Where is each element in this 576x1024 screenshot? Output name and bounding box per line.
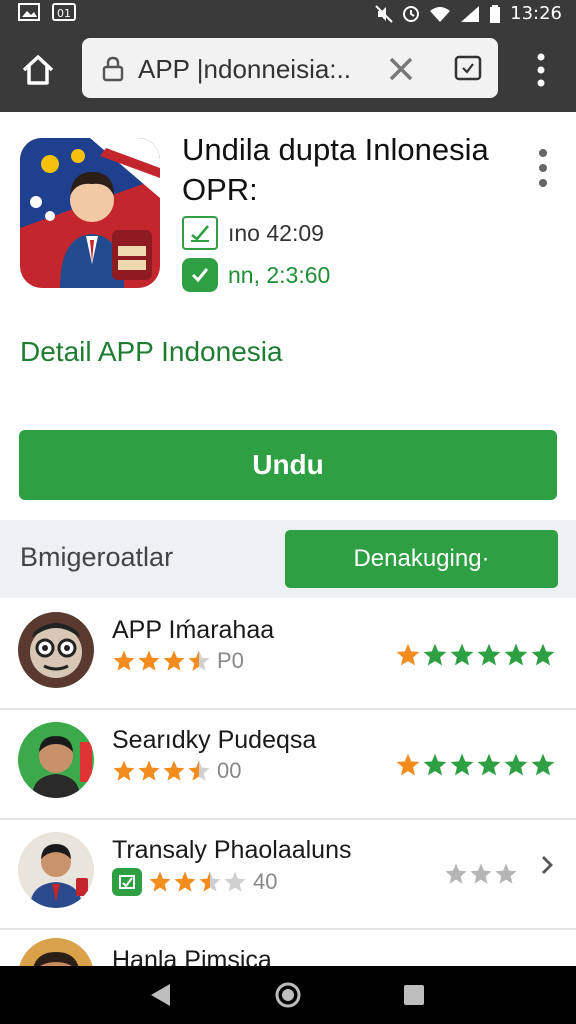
star-icon — [163, 650, 185, 671]
overflow-menu-icon[interactable] — [534, 52, 548, 88]
star-icon — [470, 863, 492, 884]
item-stars — [395, 642, 556, 668]
section-action-button[interactable]: Denakuging· — [285, 530, 558, 588]
man-suit-avatar — [18, 832, 94, 908]
url-text[interactable]: APP |ndonneisia:.. — [138, 54, 351, 85]
detail-link[interactable]: Detail APP Indonesia — [20, 336, 283, 368]
man-portrait-avatar — [18, 722, 94, 798]
star-icon — [224, 871, 246, 892]
navigation-bar — [0, 966, 576, 1024]
star-icon — [149, 871, 171, 892]
image-icon — [18, 3, 40, 21]
verified-check-icon — [182, 258, 218, 292]
item-rating-text: 40 — [253, 869, 278, 894]
signal-icon — [461, 5, 480, 22]
edit-check-icon — [182, 216, 218, 250]
meta-row-2: nn, 2:3:60 — [182, 258, 330, 292]
half-star-icon — [199, 871, 221, 892]
chevron-right-icon[interactable] — [540, 854, 554, 876]
star-icon — [477, 753, 501, 776]
star-icon — [163, 760, 185, 781]
home-icon[interactable] — [20, 52, 56, 88]
close-icon[interactable] — [384, 52, 418, 86]
home-nav-icon[interactable] — [275, 982, 301, 1008]
item-rating: 00 — [112, 758, 241, 784]
star-icon — [450, 643, 474, 666]
star-icon — [531, 643, 555, 666]
meta-text-1: ıno 42:09 — [228, 219, 324, 246]
item-rating: P0 — [112, 648, 244, 674]
svg-text:01: 01 — [57, 7, 71, 20]
status-bar: 01 13:26 — [0, 0, 576, 26]
section-bar: Bmigeroatlar Denakuging· — [0, 520, 576, 598]
item-rating-text: P0 — [217, 648, 244, 673]
item-name: Searıdky Pudeqsa — [112, 726, 317, 754]
half-star-icon — [188, 650, 210, 671]
app-title: Undila dupta Inlonesia OPR: — [182, 132, 489, 207]
star-icon — [450, 753, 474, 776]
list-item[interactable]: Searıdky Pudeqsa 00 — [0, 710, 576, 820]
star-icon — [477, 643, 501, 666]
list-item[interactable]: Transaly Phaolaaluns 40 — [0, 820, 576, 930]
nfc-icon: 01 — [52, 3, 76, 21]
star-icon — [504, 753, 528, 776]
item-rating: 40 — [112, 868, 277, 896]
battery-icon — [490, 4, 501, 23]
section-label: Bmigeroatlar — [20, 542, 174, 572]
star-icon — [445, 863, 467, 884]
item-stars — [395, 752, 556, 778]
half-star-icon — [188, 760, 210, 781]
meta-row-1: ıno 42:09 — [182, 216, 324, 250]
more-options-icon[interactable] — [536, 148, 550, 188]
star-icon — [531, 753, 555, 776]
item-rating-text: 00 — [217, 758, 242, 783]
lock-icon — [102, 56, 124, 82]
browser-toolbar: APP |ndonneisia:.. — [0, 26, 576, 112]
caricature-glasses-avatar — [18, 612, 94, 688]
star-icon — [174, 871, 196, 892]
recent-apps-icon[interactable] — [403, 984, 425, 1006]
back-icon[interactable] — [148, 982, 172, 1008]
star-icon — [113, 650, 135, 671]
star-icon — [113, 760, 135, 781]
star-icon — [495, 863, 517, 884]
edit-check-icon — [112, 868, 142, 896]
url-bar[interactable]: APP |ndonneisia:.. — [82, 38, 498, 98]
item-name: Transaly Phaolaaluns — [112, 836, 352, 864]
wifi-icon — [430, 6, 451, 22]
mute-icon — [375, 4, 393, 23]
install-button[interactable]: Undu — [19, 430, 557, 500]
star-icon — [138, 650, 160, 671]
list-item[interactable]: APP Iḿarahaa P0 — [0, 600, 576, 710]
star-icon — [138, 760, 160, 781]
alarm-icon — [403, 5, 420, 22]
meta-text-2: nn, 2:3:60 — [228, 261, 331, 288]
clock: 13:26 — [510, 3, 562, 24]
star-icon — [396, 643, 420, 666]
app-store-page: 01 13:26 APP |ndonneisia:.. Undila dupta… — [0, 0, 576, 1024]
star-icon — [423, 643, 447, 666]
star-icon — [423, 753, 447, 776]
item-stars — [444, 862, 518, 886]
star-icon — [396, 753, 420, 776]
star-icon — [504, 643, 528, 666]
app-icon[interactable] — [20, 138, 160, 288]
tab-icon[interactable] — [454, 54, 482, 82]
item-name: APP Iḿarahaa — [112, 616, 275, 644]
